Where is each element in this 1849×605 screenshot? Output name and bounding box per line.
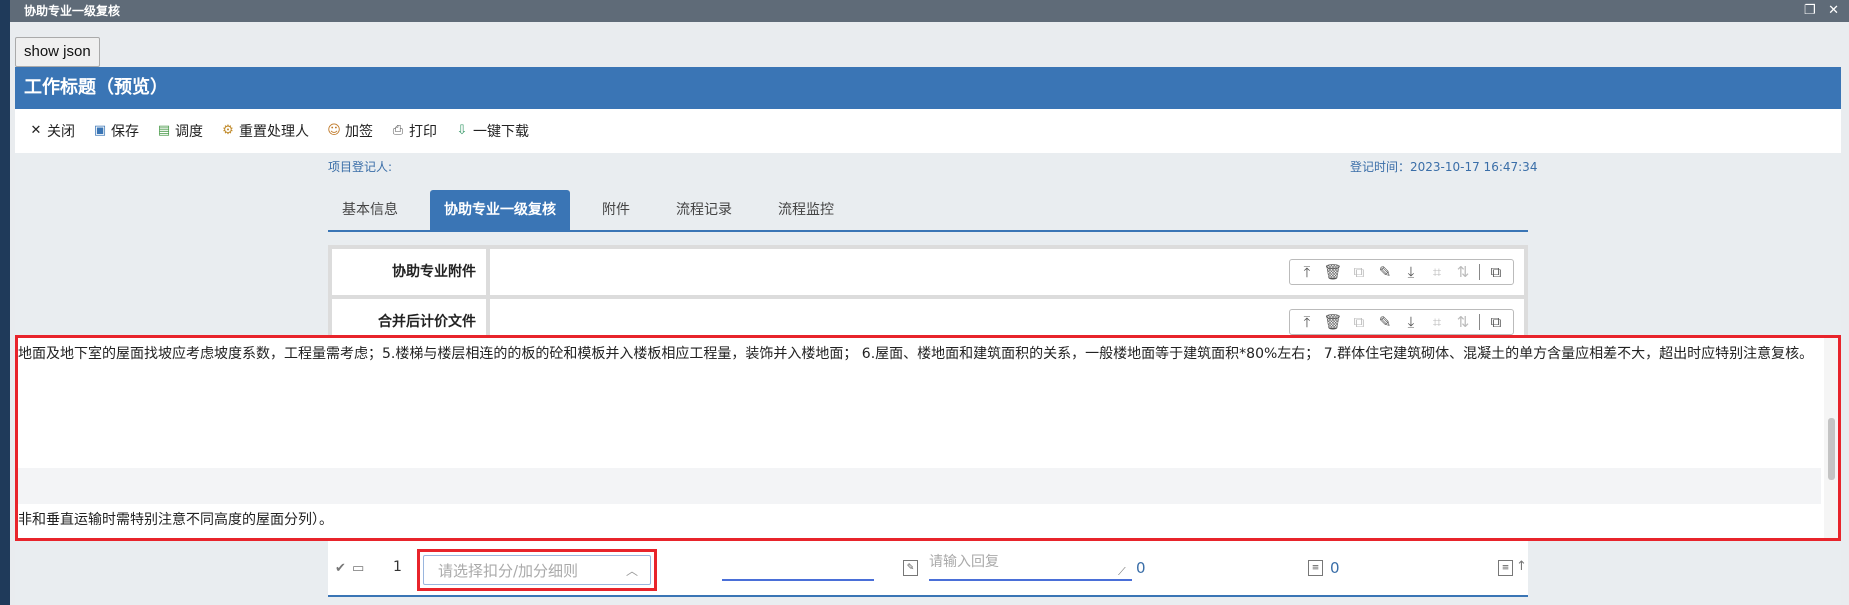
- copy-icon[interactable]: ⧉: [1346, 313, 1372, 331]
- highlighted-text-popup: 地面及地下室的屋面找坡应考虑坡度系数，工程量需考虑；5.楼梯与楼层相连的的板的砼…: [15, 335, 1841, 541]
- user-add-icon: ☺: [327, 123, 341, 138]
- note-icon[interactable]: ≡: [1498, 560, 1513, 576]
- value-1: 0: [1136, 559, 1146, 577]
- save-label: 保存: [111, 124, 139, 140]
- save-button[interactable]: ▣ 保存: [93, 121, 139, 141]
- show-json-button[interactable]: show json: [15, 37, 100, 67]
- chevron-up-icon: ︿: [625, 564, 638, 578]
- reset-handler-button[interactable]: ⚙ 重置处理人: [221, 121, 309, 141]
- popup-scroll-thumb[interactable]: [1828, 418, 1835, 480]
- page-header: 工作标题（预览）: [15, 67, 1841, 109]
- assist-attachments-label: 协助专业附件: [332, 249, 486, 295]
- trash-icon[interactable]: 🗑: [1320, 313, 1346, 331]
- close-button[interactable]: ✕ 关闭: [29, 121, 75, 141]
- score-rule-select-highlight: 请选择扣分/加分细则 ︿: [417, 549, 657, 591]
- check-icon[interactable]: ✔: [335, 561, 346, 576]
- download-icon: ⇩: [456, 123, 468, 138]
- arrow-up-icon[interactable]: ↑: [1516, 559, 1527, 574]
- tab-basic-info[interactable]: 基本信息: [328, 190, 412, 230]
- edit-icon[interactable]: ✎: [1372, 313, 1398, 331]
- add-sign-label: 加签: [345, 124, 373, 140]
- scan-icon[interactable]: ⌗: [1424, 263, 1450, 281]
- toolbar-divider: [1479, 264, 1480, 280]
- score-input-underline[interactable]: [722, 579, 874, 581]
- download-all-button[interactable]: ⇩ 一键下载: [455, 121, 529, 141]
- register-time: 登记时间：2023-10-17 16:47:34: [1350, 160, 1538, 174]
- sort-icon[interactable]: ⇅: [1450, 313, 1476, 331]
- reply-edit-icon[interactable]: ✎: [903, 560, 918, 576]
- score-rule-select[interactable]: 请选择扣分/加分细则 ︿: [423, 555, 651, 585]
- save-icon: ▣: [93, 123, 107, 138]
- popup-separator-band: [18, 468, 1821, 504]
- close-label: 关闭: [47, 124, 75, 140]
- score-row: ✔ ▭ 1 请选择扣分/加分细则 ︿ ✎ 请输入回复 ⟋ 0 ≡ 0 ≡ ↑: [328, 541, 1528, 597]
- toolbar: ✕ 关闭 ▣ 保存 ▤ 调度 ⚙ 重置处理人 ☺ 加签 ⎙ 打印 ⇩ 一键下载: [15, 109, 1841, 153]
- download-icon[interactable]: ⤓: [1398, 263, 1424, 281]
- page-title: 工作标题（预览）: [24, 77, 168, 98]
- copy-icon[interactable]: ⧉: [1346, 263, 1372, 281]
- tab-attachments[interactable]: 附件: [588, 190, 644, 230]
- printer-icon: ⎙: [392, 123, 404, 138]
- dispatch-icon: ▤: [157, 123, 171, 138]
- note-icon[interactable]: ≡: [1308, 560, 1323, 576]
- value-2: 0: [1330, 559, 1340, 577]
- review-rule-text-tail: 非和垂直运输时需特别注意不同高度的屋面分列）。: [18, 512, 333, 528]
- window-controls[interactable]: ❐ ✕: [1804, 0, 1843, 22]
- score-rule-placeholder: 请选择扣分/加分细则: [438, 562, 579, 580]
- project-registrant: 项目登记人:: [328, 160, 393, 174]
- upload-icon[interactable]: ⤒: [1294, 313, 1320, 331]
- print-button[interactable]: ⎙ 打印: [391, 121, 437, 141]
- upload-icon[interactable]: ⤒: [1294, 263, 1320, 281]
- minus-icon[interactable]: ▭: [352, 561, 364, 576]
- file-toolbar: ⤒ 🗑 ⧉ ✎ ⤓ ⌗ ⇅ ⧉: [1289, 259, 1514, 285]
- dispatch-button[interactable]: ▤ 调度: [157, 121, 203, 141]
- reset-handler-label: 重置处理人: [239, 124, 309, 140]
- tab-bar: 基本信息 协助专业一级复核 附件 流程记录 流程监控: [328, 190, 1528, 232]
- reset-handler-icon: ⚙: [222, 123, 234, 138]
- left-edge-strip: [0, 0, 10, 605]
- tab-process-records[interactable]: 流程记录: [662, 190, 746, 230]
- window-title: 协助专业一级复核: [24, 4, 121, 18]
- open-external-icon[interactable]: ⧉: [1483, 313, 1509, 331]
- download-icon[interactable]: ⤓: [1398, 313, 1424, 331]
- edit-icon[interactable]: ✎: [1372, 263, 1398, 281]
- trash-icon[interactable]: 🗑: [1320, 263, 1346, 281]
- dispatch-label: 调度: [175, 124, 203, 140]
- row-number: 1: [393, 559, 402, 575]
- reply-input[interactable]: 请输入回复: [929, 551, 999, 571]
- assist-attachments-field: ⤒ 🗑 ⧉ ✎ ⤓ ⌗ ⇅ ⧉: [490, 249, 1524, 295]
- popup-scrollbar[interactable]: [1824, 338, 1838, 538]
- print-label: 打印: [409, 124, 437, 140]
- tab-process-monitor[interactable]: 流程监控: [764, 190, 848, 230]
- sort-icon[interactable]: ⇅: [1450, 263, 1476, 281]
- tab-assist-review[interactable]: 协助专业一级复核: [430, 190, 570, 230]
- file-toolbar: ⤒ 🗑 ⧉ ✎ ⤓ ⌗ ⇅ ⧉: [1289, 309, 1514, 335]
- toolbar-divider: [1479, 314, 1480, 330]
- download-all-label: 一键下载: [473, 124, 529, 140]
- open-external-icon[interactable]: ⧉: [1483, 263, 1509, 281]
- reply-input-underline[interactable]: [929, 579, 1132, 581]
- add-sign-button[interactable]: ☺ 加签: [327, 121, 373, 141]
- scan-icon[interactable]: ⌗: [1424, 313, 1450, 331]
- review-rule-text: 地面及地下室的屋面找坡应考虑坡度系数，工程量需考虑；5.楼梯与楼层相连的的板的砼…: [18, 346, 1814, 362]
- close-icon: ✕: [30, 123, 42, 138]
- form-row-assist-attachments: 协助专业附件 ⤒ 🗑 ⧉ ✎ ⤓ ⌗ ⇅ ⧉: [332, 249, 1524, 295]
- resize-handle-icon[interactable]: ⟋: [1118, 565, 1126, 579]
- window-titlebar: 协助专业一级复核 ❐ ✕: [10, 0, 1849, 22]
